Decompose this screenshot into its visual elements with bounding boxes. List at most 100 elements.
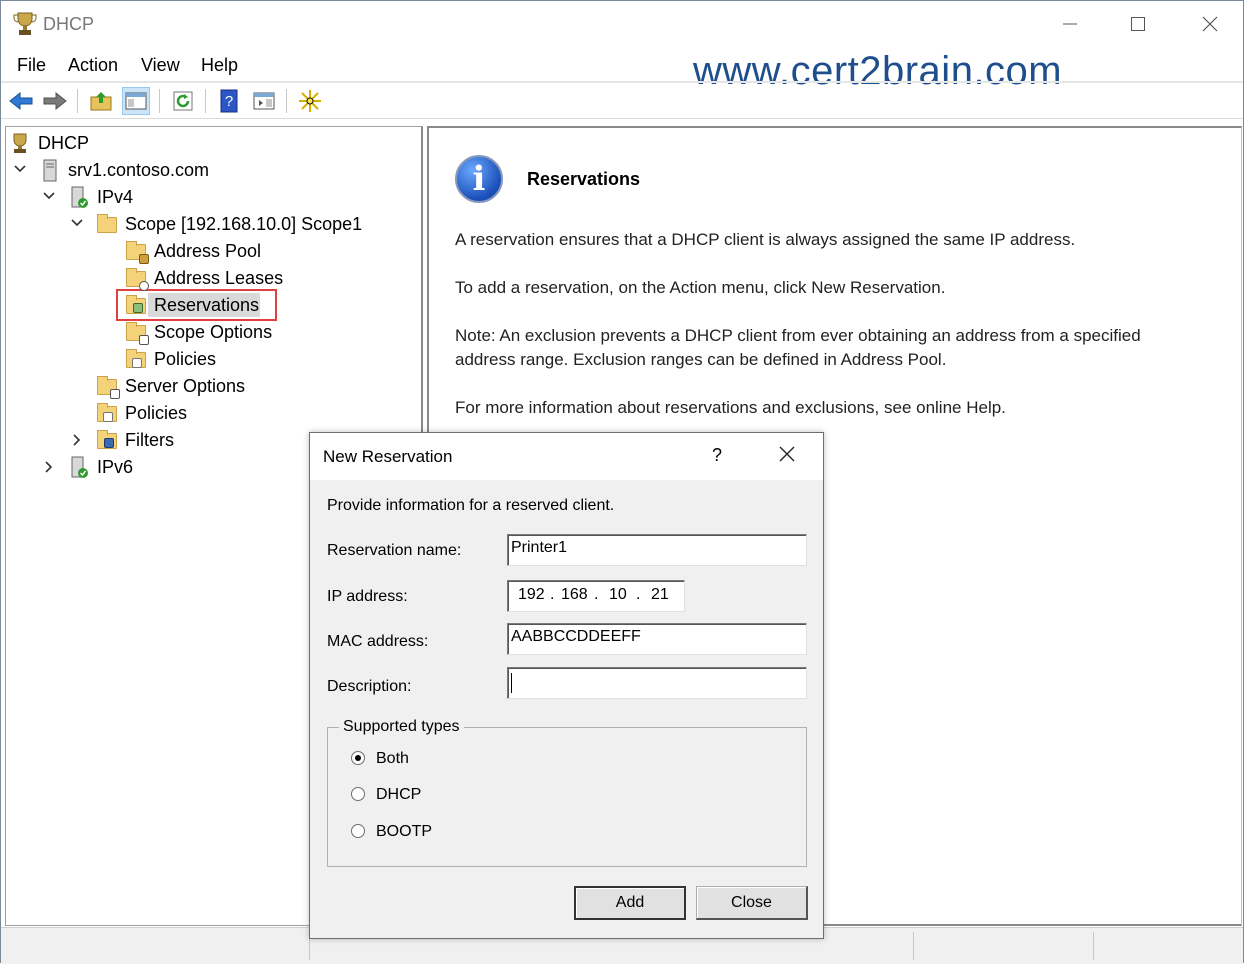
tree-label: Scope Options	[154, 321, 273, 342]
tree-node-ipv4[interactable]: IPv4	[68, 185, 133, 209]
dialog-intro-text: Provide information for a reserved clien…	[327, 497, 615, 514]
mac-address-field[interactable]: AABBCCDDEEFF	[507, 623, 807, 655]
back-icon[interactable]	[7, 87, 35, 115]
tree-label: Address Leases	[154, 267, 284, 288]
tree-label: IPv4	[97, 186, 134, 207]
tree-label: Address Pool	[154, 240, 262, 261]
chevron-right-icon[interactable]	[70, 433, 84, 450]
policies-folder-icon	[96, 402, 118, 424]
toolbar-separator	[205, 89, 206, 113]
reservation-name-label: Reservation name:	[327, 542, 462, 559]
toolbar: ?	[1, 83, 1243, 119]
chevron-down-icon[interactable]	[70, 216, 84, 233]
tree-label: Policies	[154, 348, 217, 369]
help-icon[interactable]: ?	[215, 87, 243, 115]
tree-node-server[interactable]: srv1.contoso.com	[39, 158, 209, 182]
info-icon: i	[455, 155, 503, 203]
ip-octet-3[interactable]: 10	[609, 586, 627, 604]
dialog-close-icon[interactable]	[778, 443, 796, 469]
tree-node-policies[interactable]: Policies	[96, 401, 187, 425]
tree-node-scope-policies[interactable]: Policies	[125, 347, 216, 371]
folder-icon	[96, 213, 118, 235]
radio-dhcp[interactable]	[351, 787, 365, 801]
tree-node-reservations[interactable]: Reservations	[125, 293, 259, 317]
reservations-folder-icon	[125, 294, 147, 316]
tree-node-address-pool[interactable]: Address Pool	[125, 239, 262, 264]
up-folder-icon[interactable]	[87, 87, 115, 115]
details-title: Reservations	[527, 169, 641, 189]
tree-label: Reservations	[154, 294, 260, 315]
radio-both-label[interactable]: Both	[376, 750, 409, 768]
menu-file[interactable]: File	[17, 55, 46, 76]
dialog-help-button[interactable]: ?	[712, 445, 722, 466]
close-window-button[interactable]	[1187, 9, 1233, 39]
toolbar-separator	[286, 89, 287, 113]
dialog-title: New Reservation	[323, 447, 453, 466]
address-pool-folder-icon	[125, 240, 149, 264]
menu-view[interactable]: View	[141, 55, 180, 76]
mac-address-label: MAC address:	[327, 633, 429, 650]
radio-dhcp-label[interactable]: DHCP	[376, 786, 421, 804]
tree-node-scope[interactable]: Scope [192.168.10.0] Scope1	[96, 212, 362, 236]
chevron-down-icon[interactable]	[13, 162, 27, 179]
tree-label: Policies	[125, 402, 188, 423]
tree-label: srv1.contoso.com	[68, 159, 210, 180]
details-paragraph: Note: An exclusion prevents a DHCP clien…	[455, 326, 1141, 345]
details-paragraph: A reservation ensures that a DHCP client…	[455, 230, 1076, 249]
ip-dot: .	[636, 586, 641, 603]
details-paragraph: For more information about reservations …	[455, 398, 1006, 417]
ip-octet-2[interactable]: 168	[561, 586, 588, 604]
window-title: DHCP	[43, 14, 95, 34]
radio-bootp-label[interactable]: BOOTP	[376, 823, 432, 841]
radio-both[interactable]	[351, 751, 365, 765]
details-paragraph: address range. Exclusion ranges can be d…	[455, 350, 947, 369]
toolbar-separator	[159, 89, 160, 113]
tree-node-scope-options[interactable]: Scope Options	[125, 320, 273, 345]
chevron-down-icon[interactable]	[42, 189, 56, 206]
ip-dot: .	[550, 586, 555, 603]
forward-icon[interactable]	[41, 87, 69, 115]
tree-node-filters[interactable]: Filters	[96, 428, 174, 452]
tree-node-server-options[interactable]: Server Options	[96, 374, 245, 399]
dhcp-trophy-icon	[9, 132, 31, 154]
tree-label: DHCP	[38, 132, 90, 153]
ip-octet-4[interactable]: 21	[651, 586, 669, 604]
reservation-name-field[interactable]: Printer1	[507, 534, 807, 566]
tree-label: IPv6	[97, 456, 134, 477]
chevron-right-icon[interactable]	[42, 460, 56, 477]
radio-bootp[interactable]	[351, 824, 365, 838]
ip-octet-1[interactable]: 192	[518, 586, 545, 604]
action-pane-icon[interactable]	[250, 87, 278, 115]
ip-address-field[interactable]: 192 . 168 . 10 . 21	[507, 580, 685, 612]
server-icon	[39, 159, 61, 182]
supported-types-label: Supported types	[339, 718, 464, 736]
close-button[interactable]: Close	[696, 886, 808, 920]
dhcp-trophy-icon	[13, 11, 37, 37]
minimize-button[interactable]	[1047, 9, 1093, 39]
tree-label: Filters	[125, 429, 174, 450]
toolbar-separator	[77, 89, 78, 113]
tree-node-address-leases[interactable]: Address Leases	[125, 266, 284, 291]
ip-dot: .	[594, 586, 599, 603]
server-options-folder-icon	[96, 375, 120, 399]
address-leases-folder-icon	[125, 267, 149, 291]
ipv6-server-icon	[68, 456, 90, 478]
tree-label: Scope [192.168.10.0] Scope1	[125, 213, 363, 234]
text-caret	[511, 673, 512, 693]
tree-node-ipv6[interactable]: IPv6	[68, 455, 133, 479]
dialog-title-bar: New Reservation ?	[310, 433, 823, 480]
ipv4-server-icon	[68, 186, 90, 208]
description-field[interactable]	[507, 667, 807, 699]
menu-action[interactable]: Action	[68, 55, 118, 76]
filters-folder-icon	[96, 429, 118, 451]
maximize-button[interactable]	[1115, 9, 1161, 39]
add-button[interactable]: Add	[574, 886, 686, 920]
title-bar: DHCP	[1, 1, 1243, 47]
menu-help[interactable]: Help	[201, 55, 238, 76]
refresh-icon[interactable]	[169, 87, 197, 115]
new-star-icon[interactable]	[296, 87, 324, 115]
status-divider	[913, 932, 914, 960]
show-hide-tree-icon[interactable]	[122, 87, 150, 115]
tree-node-dhcp[interactable]: DHCP	[9, 131, 89, 155]
scope-options-folder-icon	[125, 321, 149, 345]
